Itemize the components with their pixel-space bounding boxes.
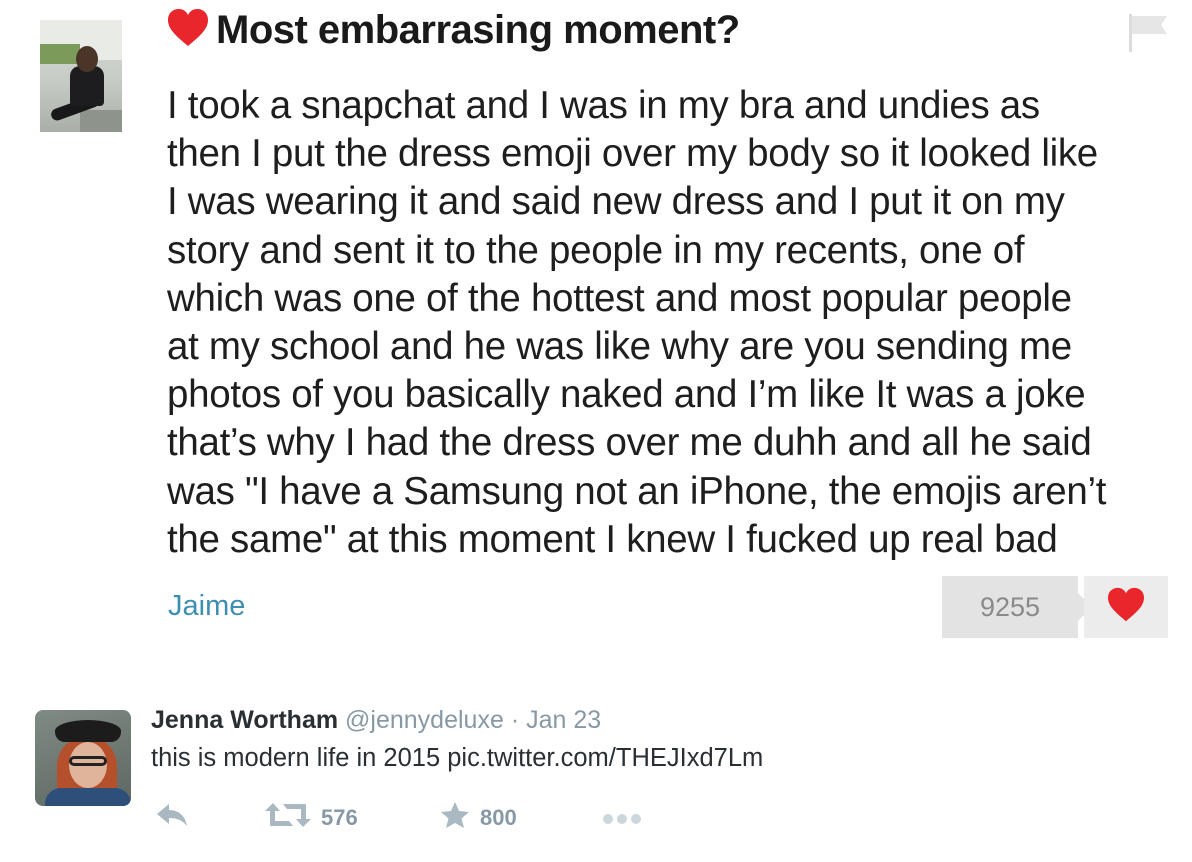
post-author-link[interactable]: Jaime (168, 590, 245, 623)
favorite-count: 800 (480, 805, 517, 830)
post-body-line: the same" at this moment I knew I fucked… (167, 517, 1058, 561)
post-body-line: then I put the dress emoji over my body … (167, 132, 1098, 176)
more-button[interactable] (602, 798, 642, 838)
tweet-actions: 576 800 (0, 798, 1192, 838)
retweet-icon (265, 801, 311, 835)
more-icon (602, 805, 642, 831)
retweet-count: 576 (321, 805, 358, 830)
like-count: 9255 (942, 576, 1092, 638)
post-body-line: that’s why I had the dress over me duhh … (167, 421, 1092, 465)
avatar[interactable] (35, 710, 131, 806)
reply-icon (155, 802, 189, 834)
flag-icon[interactable] (1125, 12, 1171, 59)
like-widget: 9255 (942, 576, 1168, 638)
post-body-line: I took a snapchat and I was in my bra an… (167, 84, 1040, 127)
tweet-timestamp[interactable]: Jan 23 (526, 706, 601, 734)
embedded-post-image: Most embarrasing moment? I took a snapch… (0, 0, 1192, 660)
post-body-line: I was wearing it and said new dress and … (167, 180, 1065, 224)
heart-icon (1105, 587, 1147, 628)
post-body-line: was "I have a Samsung not an iPhone, the… (167, 469, 1107, 513)
tweet-author-handle[interactable]: @jennydeluxe (345, 706, 504, 734)
retweet-button[interactable]: 576 (265, 798, 358, 838)
favorite-button[interactable]: 800 (440, 798, 517, 838)
post-title-row: Most embarrasing moment? (166, 8, 740, 53)
favorite-star-icon (440, 801, 470, 835)
tweet-text: this is modern life in 2015 pic.twitter.… (151, 744, 764, 772)
post-body-line: which was one of the hottest and most po… (167, 276, 1072, 320)
reply-button[interactable] (155, 798, 189, 838)
tweet-header: Jenna Wortham @jennydeluxe · Jan 23 (151, 706, 601, 735)
post-body-line: at my school and he was like why are you… (167, 324, 1072, 368)
like-button[interactable] (1084, 576, 1168, 638)
post-body: I took a snapchat and I was in my bra an… (167, 82, 1192, 564)
tweet-author-name[interactable]: Jenna Wortham (151, 706, 338, 734)
tweet-separator: · (510, 706, 520, 734)
post-avatar (40, 20, 122, 132)
heart-icon (166, 8, 210, 53)
post-title: Most embarrasing moment? (216, 8, 740, 52)
post-body-line: story and sent it to the people in my re… (167, 228, 1025, 272)
post-body-line: photos of you basically naked and I’m li… (167, 373, 1086, 417)
